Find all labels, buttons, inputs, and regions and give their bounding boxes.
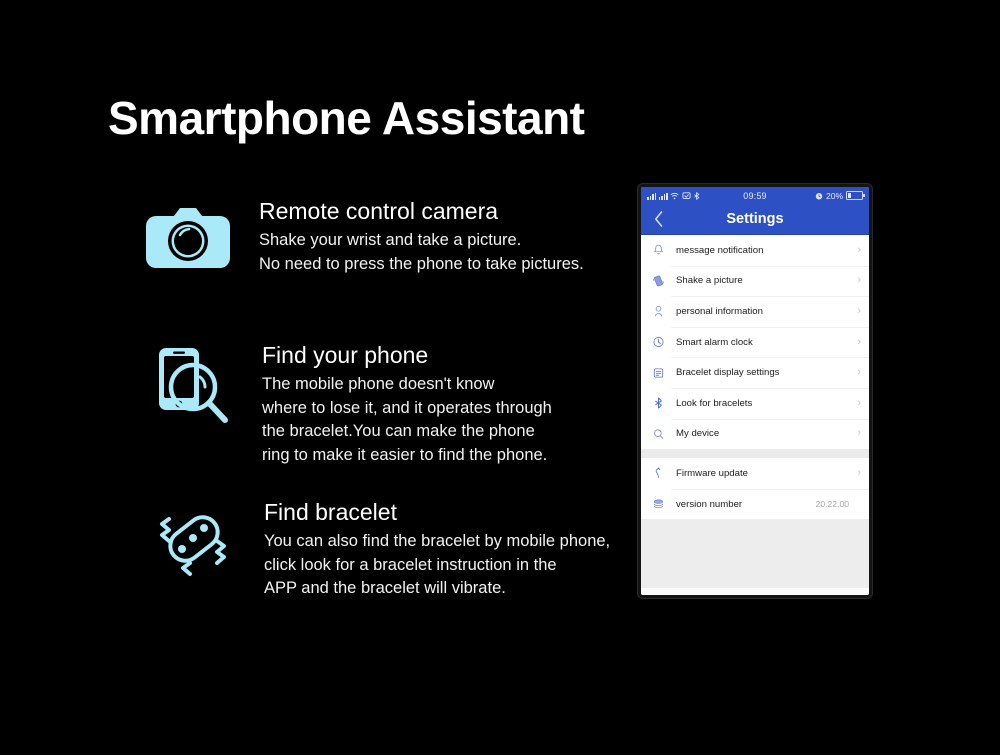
settings-row-shake-a-picture[interactable]: Shake a picture ›	[641, 265, 869, 297]
feature-item-remote-control-camera: Remote control camera Shake your wrist a…	[140, 196, 584, 276]
settings-list: message notification › Shake a picture ›	[641, 235, 869, 520]
settings-group-main: message notification › Shake a picture ›	[641, 235, 869, 450]
nav-bar: Settings	[641, 204, 869, 235]
feature-text-block: Find bracelet You can also find the brac…	[264, 497, 610, 601]
feature-text-block: Remote control camera Shake your wrist a…	[259, 196, 584, 276]
battery-icon	[846, 190, 865, 201]
feature-body: You can also find the bracelet by mobile…	[264, 532, 611, 598]
find-bracelet-icon	[145, 497, 241, 583]
feature-text-block: Find your phone The mobile phone doesn't…	[262, 340, 552, 467]
settings-row-value: 20.22.00	[815, 499, 849, 510]
chevron-right-icon: ›	[857, 304, 861, 317]
settings-row-firmware-update[interactable]: Firmware update ›	[641, 458, 869, 489]
bluetooth-icon	[650, 397, 667, 409]
chevron-left-icon	[654, 211, 662, 227]
settings-row-my-device[interactable]: My device ›	[641, 418, 869, 450]
shake-icon	[650, 275, 667, 287]
chevron-right-icon: ›	[857, 466, 861, 479]
settings-row-label: Smart alarm clock	[676, 336, 753, 348]
settings-row-message-notification[interactable]: message notification ›	[641, 235, 869, 266]
bell-icon	[650, 244, 667, 256]
settings-row-personal-information[interactable]: personal information ›	[641, 296, 869, 327]
settings-group-system: Firmware update › version number 20.22.0…	[641, 458, 869, 520]
chevron-right-icon: ›	[857, 335, 861, 348]
status-time: 09:59	[743, 190, 767, 201]
feature-heading: Remote control camera	[259, 198, 499, 224]
layers-icon	[650, 498, 667, 510]
person-icon	[650, 305, 667, 317]
settings-row-label: Firmware update	[676, 467, 748, 479]
settings-row-label: message notification	[676, 244, 764, 256]
display-icon	[650, 367, 667, 379]
feature-body: The mobile phone doesn't know where to l…	[262, 375, 552, 464]
list-empty-area	[641, 519, 869, 588]
settings-row-version-number[interactable]: version number 20.22.00	[641, 488, 869, 520]
settings-row-look-for-bracelets[interactable]: Look for bracelets ›	[641, 387, 869, 419]
settings-row-label: version number	[676, 498, 743, 510]
back-button[interactable]	[641, 211, 675, 227]
page-title: Smartphone Assistant	[108, 92, 585, 144]
settings-row-label: Look for bracelets	[676, 397, 753, 409]
search-icon	[650, 428, 667, 440]
phone-screen: 09:59 20% Settings message notification …	[641, 187, 869, 595]
find-phone-icon	[143, 340, 239, 432]
settings-group-divider	[641, 449, 869, 459]
camera-icon	[140, 196, 236, 276]
settings-row-label: My device	[676, 428, 720, 440]
status-bar: 09:59 20%	[641, 187, 869, 204]
chevron-right-icon: ›	[857, 274, 861, 287]
chevron-right-icon: ›	[857, 366, 861, 379]
feature-item-find-bracelet: Find bracelet You can also find the brac…	[145, 497, 610, 601]
settings-row-bracelet-display-settings[interactable]: Bracelet display settings ›	[641, 357, 869, 388]
chevron-right-icon: ›	[857, 243, 861, 256]
page-heading: Settings	[726, 211, 784, 227]
feature-heading: Find your phone	[262, 342, 429, 368]
feature-body: Shake your wrist and take a picture. No …	[259, 231, 584, 273]
settings-row-label: Bracelet display settings	[676, 367, 780, 379]
chevron-right-icon: ›	[857, 427, 861, 440]
settings-row-label: personal information	[676, 305, 763, 317]
phone-mockup: 09:59 20% Settings message notification …	[638, 184, 872, 598]
feature-heading: Find bracelet	[264, 499, 397, 525]
chevron-right-icon: ›	[857, 396, 861, 409]
clock-icon	[650, 336, 667, 348]
settings-row-label: Shake a picture	[676, 275, 743, 287]
settings-row-smart-alarm-clock[interactable]: Smart alarm clock ›	[641, 326, 869, 358]
phone-bottom-strip	[641, 588, 869, 595]
feature-item-find-your-phone: Find your phone The mobile phone doesn't…	[143, 340, 552, 467]
upload-icon	[650, 467, 667, 479]
